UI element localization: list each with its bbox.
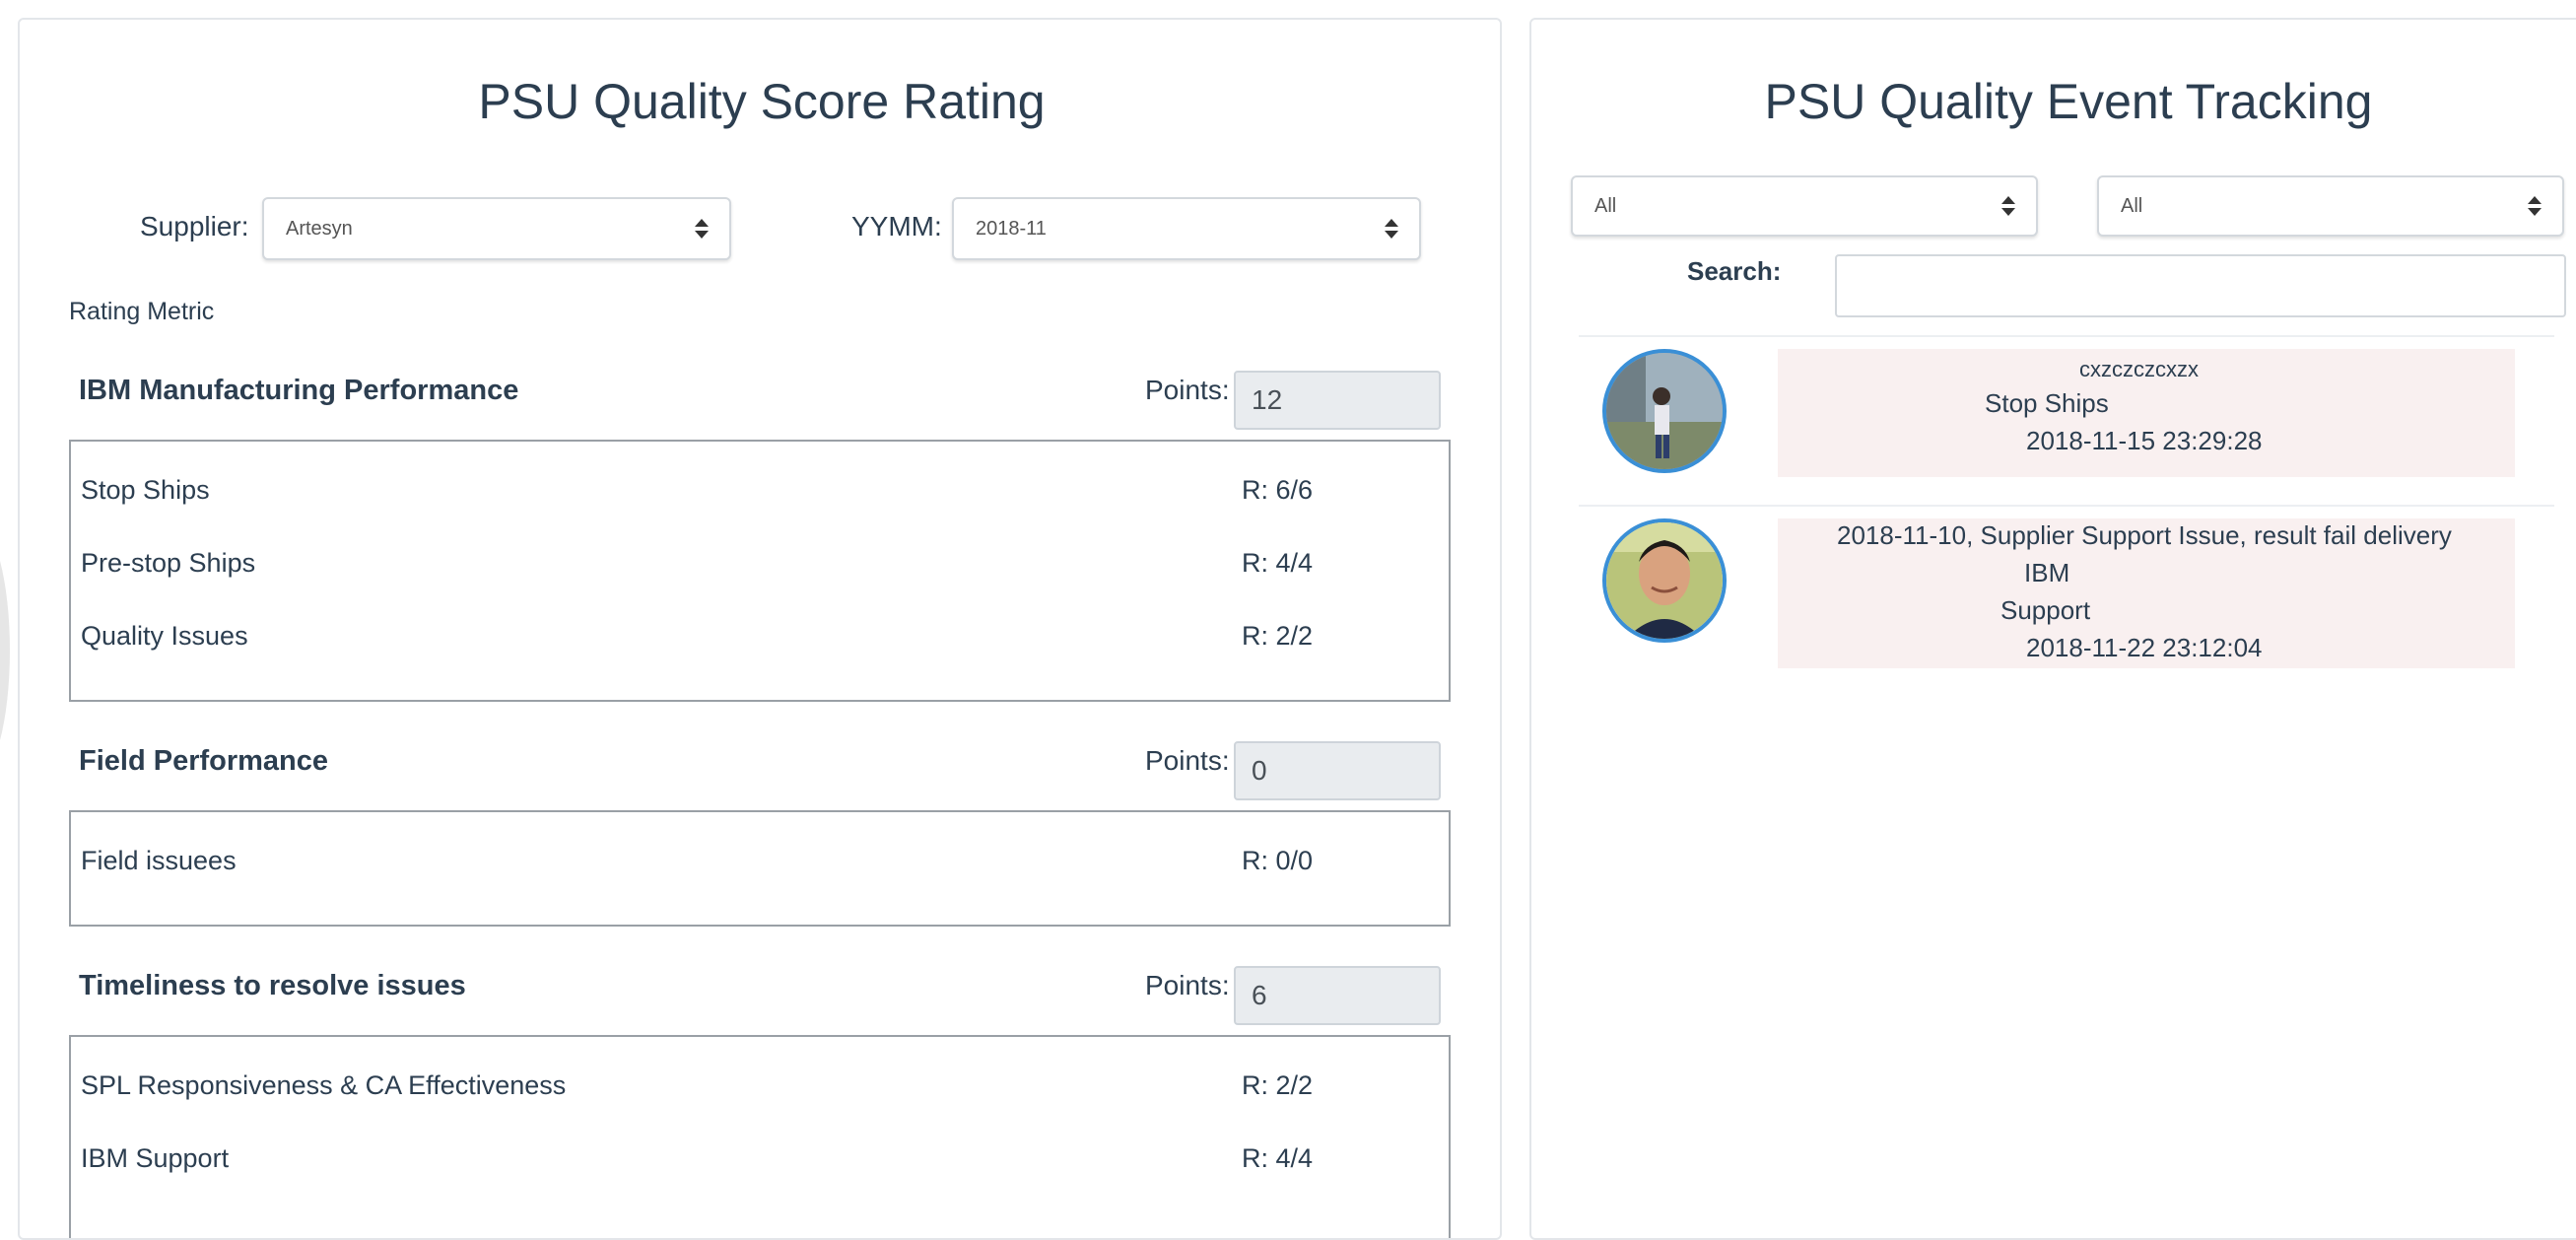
event-item[interactable]: 2018-11-10, Supplier Support Issue, resu… — [1579, 505, 2554, 704]
metric-name: Stop Ships — [81, 475, 210, 505]
select-arrows-icon — [2528, 196, 2542, 216]
panel-title-score: PSU Quality Score Rating — [478, 74, 1046, 129]
yymm-select[interactable]: 2018-11 — [952, 197, 1421, 260]
metric-row: Stop Ships R: 6/6 — [81, 475, 1439, 515]
section-title: IBM Manufacturing Performance — [79, 375, 519, 406]
metric-row: IBM Support R: 4/4 — [81, 1143, 1439, 1183]
points-value: 6 — [1234, 966, 1441, 1025]
event-company: IBM — [2024, 558, 2070, 587]
person-photo-icon — [1606, 353, 1723, 469]
select-arrows-icon — [2001, 196, 2015, 216]
avatar — [1602, 518, 1727, 643]
metric-rating: R: 2/2 — [1242, 1070, 1314, 1100]
section-title: Timeliness to resolve issues — [79, 970, 466, 1001]
metric-row: Pre-stop Ships R: 4/4 — [81, 548, 1439, 587]
metric-rating: R: 0/0 — [1242, 846, 1314, 875]
event-bubble: 2018-11-10, Supplier Support Issue, resu… — [1778, 518, 2515, 668]
event-tracking-panel: PSU Quality Event Tracking All All Searc… — [1529, 18, 2576, 1240]
event-type: Support — [2000, 595, 2091, 625]
metric-rating: R: 6/6 — [1242, 475, 1314, 505]
metric-name: IBM Support — [81, 1143, 230, 1173]
left-edge-decoration — [0, 522, 10, 779]
points-label: Points: — [1145, 970, 1230, 1000]
search-label: Search: — [1687, 256, 1782, 286]
metric-rating: R: 4/4 — [1242, 1143, 1314, 1173]
points-label: Points: — [1145, 375, 1230, 405]
metric-row: SPL Responsiveness & CA Effectiveness R:… — [81, 1070, 1439, 1110]
metric-rating: R: 4/4 — [1242, 548, 1314, 578]
event-item[interactable]: cxzczczcxzx Stop Ships 2018-11-15 23:29:… — [1579, 335, 2554, 505]
event-timestamp: 2018-11-22 23:12:04 — [2026, 633, 2263, 662]
filter-select-value: All — [1594, 194, 1617, 217]
metric-row: Quality Issues R: 2/2 — [81, 621, 1439, 660]
metric-name: Pre-stop Ships — [81, 548, 256, 578]
search-input[interactable] — [1835, 254, 2566, 317]
avatar — [1602, 349, 1727, 473]
points-value: 12 — [1234, 371, 1441, 430]
event-timestamp: 2018-11-15 23:29:28 — [2026, 426, 2263, 455]
event-description: cxzczczcxzx — [2079, 357, 2199, 381]
filter-select-value: All — [2121, 194, 2143, 217]
event-filter-select-2[interactable]: All — [2097, 175, 2564, 237]
metric-rating: R: 2/2 — [1242, 621, 1314, 651]
event-type: Stop Ships — [1985, 388, 2109, 418]
metric-box: SPL Responsiveness & CA Effectiveness R:… — [69, 1035, 1451, 1238]
select-arrows-icon — [1385, 219, 1398, 239]
event-description: 2018-11-10, Supplier Support Issue, resu… — [1837, 520, 2452, 550]
supplier-select-value: Artesyn — [286, 217, 353, 240]
metric-name: SPL Responsiveness & CA Effectiveness — [81, 1070, 567, 1100]
metric-name: Field issuees — [81, 846, 237, 875]
rating-metric-label: Rating Metric — [69, 298, 215, 325]
supplier-select[interactable]: Artesyn — [262, 197, 731, 260]
event-filter-select-1[interactable]: All — [1571, 175, 2038, 237]
select-arrows-icon — [695, 219, 709, 239]
panel-title-events: PSU Quality Event Tracking — [1764, 74, 2373, 129]
metric-box: Field issuees R: 0/0 — [69, 810, 1451, 927]
metric-name: Quality Issues — [81, 621, 248, 651]
yymm-label: YYMM: — [851, 211, 942, 241]
supplier-label: Supplier: — [140, 211, 249, 241]
metric-box: Stop Ships R: 6/6 Pre-stop Ships R: 4/4 … — [69, 440, 1451, 702]
person-photo-icon — [1606, 522, 1723, 639]
yymm-select-value: 2018-11 — [976, 217, 1047, 240]
metric-row: Field issuees R: 0/0 — [81, 846, 1439, 885]
event-bubble: cxzczczcxzx Stop Ships 2018-11-15 23:29:… — [1778, 349, 2515, 477]
quality-score-panel: PSU Quality Score Rating Supplier: Artes… — [18, 18, 1502, 1240]
points-value: 0 — [1234, 741, 1441, 800]
points-label: Points: — [1145, 745, 1230, 776]
section-title: Field Performance — [79, 745, 329, 777]
